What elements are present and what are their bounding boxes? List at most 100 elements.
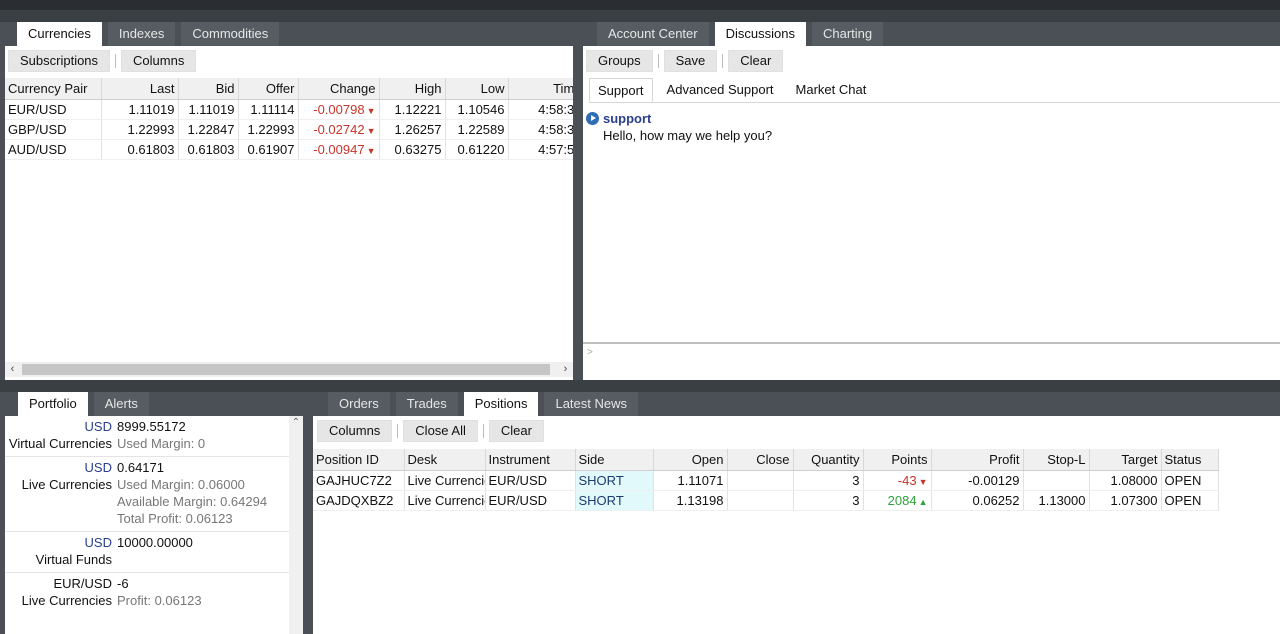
column-header-bid[interactable]: Bid [178, 78, 239, 100]
tab-currencies[interactable]: Currencies [17, 22, 102, 46]
cell-time: 4:57:54 [508, 139, 573, 160]
down-arrow-icon: ▼ [366, 125, 376, 136]
table-row[interactable]: GAJDQXBZ2 Live Currencies EUR/USD SHORT … [313, 490, 1219, 511]
groups-button[interactable]: Groups [586, 50, 653, 72]
cell-desk: Live Currencies [404, 470, 486, 491]
column-header-open[interactable]: Open [653, 449, 728, 471]
portfolio-panel: Portfolio Alerts USD 8999.55172 Virtual C… [0, 392, 308, 634]
column-header-profit[interactable]: Profit [931, 449, 1024, 471]
column-header-desk[interactable]: Desk [404, 449, 486, 471]
column-header-status[interactable]: Status [1161, 449, 1219, 471]
table-row[interactable]: EUR/USD 1.11019 1.11019 1.11114 -0.00798… [5, 99, 573, 120]
table-header-row: Currency Pair Last Bid Offer Change High… [5, 78, 573, 100]
table-row[interactable]: AUD/USD 0.61803 0.61803 0.61907 -0.00947… [5, 139, 573, 160]
table-row[interactable]: GBP/USD 1.22993 1.22847 1.22993 -0.02742… [5, 119, 573, 140]
column-header-instrument[interactable]: Instrument [485, 449, 576, 471]
cell-profit: 0.06252 [931, 490, 1024, 511]
scroll-left-icon[interactable]: ‹ [5, 362, 20, 377]
column-header-target[interactable]: Target [1089, 449, 1162, 471]
column-header-offer[interactable]: Offer [238, 78, 299, 100]
cell-target: 1.08000 [1089, 470, 1162, 491]
tab-trades[interactable]: Trades [395, 392, 458, 416]
tab-positions[interactable]: Positions [463, 392, 539, 416]
column-header-currency-pair[interactable]: Currency Pair [5, 78, 102, 100]
discussions-panel: Account Center Discussions Charting Grou… [578, 22, 1280, 380]
subtab-market-chat[interactable]: Market Chat [788, 78, 875, 102]
scrollbar-thumb[interactable] [22, 364, 550, 375]
subtab-support[interactable]: Support [589, 78, 653, 102]
close-all-button[interactable]: Close All [403, 420, 478, 442]
column-header-quantity[interactable]: Quantity [793, 449, 864, 471]
cell-low: 0.61220 [445, 139, 509, 160]
tab-account-center[interactable]: Account Center [597, 22, 709, 46]
portfolio-list: USD 8999.55172 Virtual Currencies Used Mar… [5, 416, 289, 613]
toolbar-separator [115, 54, 117, 68]
column-header-side[interactable]: Side [575, 449, 654, 471]
tab-latest-news[interactable]: Latest News [544, 392, 639, 416]
portfolio-group[interactable]: USD 0.64171 Live Currencies Used Margin: 0… [5, 457, 289, 532]
clear-button[interactable]: Clear [728, 50, 784, 72]
cell-quantity: 3 [793, 490, 864, 511]
tab-discussions[interactable]: Discussions [714, 22, 806, 46]
column-header-time[interactable]: Time [508, 78, 573, 100]
down-arrow-icon: ▼ [918, 476, 928, 487]
cell-bid: 1.11019 [178, 99, 239, 120]
currencies-table: Currency Pair Last Bid Offer Change High… [5, 78, 573, 160]
tab-alerts[interactable]: Alerts [93, 392, 149, 416]
input-prompt: > [587, 347, 593, 358]
currency-label: USD [84, 535, 112, 550]
toolbar-separator [722, 54, 724, 68]
portfolio-group[interactable]: EUR/USD -6 Live Currencies Profit: 0.06123 [5, 573, 289, 613]
tab-commodities[interactable]: Commodities [181, 22, 280, 46]
cell-quantity: 3 [793, 470, 864, 491]
chat-input[interactable]: > [583, 342, 1280, 380]
portfolio-group[interactable]: USD 10000.00000 Virtual Funds [5, 532, 289, 573]
vertical-scrollbar[interactable]: ⌃ [289, 416, 303, 634]
horizontal-scrollbar[interactable]: ‹ › [5, 362, 573, 377]
message-sender[interactable]: support [603, 111, 651, 126]
change-value: -0.00798 [313, 101, 365, 117]
detail-text: Used Margin: 0 [117, 436, 206, 451]
cell-change: -0.00947 ▼ [298, 139, 380, 160]
positions-panel: Orders Trades Positions Latest News Colu… [308, 392, 1280, 634]
subtab-advanced-support[interactable]: Advanced Support [659, 78, 782, 102]
column-header-points[interactable]: Points [863, 449, 932, 471]
columns-button[interactable]: Columns [317, 420, 393, 442]
play-icon [586, 112, 599, 125]
tab-portfolio[interactable]: Portfolio [18, 392, 88, 416]
column-header-stop-loss[interactable]: Stop-L [1023, 449, 1090, 471]
save-button[interactable]: Save [663, 50, 718, 72]
column-header-last[interactable]: Last [101, 78, 179, 100]
cell-target: 1.07300 [1089, 490, 1162, 511]
tab-orders[interactable]: Orders [328, 392, 390, 416]
cell-last: 1.22993 [101, 119, 179, 140]
column-header-position-id[interactable]: Position ID [313, 449, 405, 471]
toolbar-separator [657, 54, 659, 68]
scroll-right-icon[interactable]: › [558, 362, 573, 377]
column-header-close[interactable]: Close [727, 449, 794, 471]
scroll-up-icon[interactable]: ⌃ [289, 416, 303, 430]
detail-text: Total Profit: 0.06123 [117, 511, 233, 526]
table-row[interactable]: GAJHUC7Z2 Live Currencies EUR/USD SHORT … [313, 470, 1219, 491]
chat-message: support Hello, how may we help you? [586, 110, 772, 144]
clear-button[interactable]: Clear [488, 420, 544, 442]
message-text: Hello, how may we help you? [603, 128, 773, 143]
tab-charting[interactable]: Charting [811, 22, 884, 46]
down-arrow-icon: ▼ [366, 105, 376, 116]
account-type: Virtual Funds [35, 552, 112, 567]
cell-last: 1.11019 [101, 99, 179, 120]
columns-button[interactable]: Columns [121, 50, 197, 72]
balance-value: 10000.00000 [117, 535, 193, 550]
cell-offer: 1.11114 [238, 99, 299, 120]
column-header-high[interactable]: High [379, 78, 446, 100]
subscriptions-button[interactable]: Subscriptions [8, 50, 111, 72]
tab-indexes[interactable]: Indexes [107, 22, 176, 46]
down-arrow-icon: ▼ [366, 145, 376, 156]
portfolio-group[interactable]: USD 8999.55172 Virtual Currencies Used Mar… [5, 416, 289, 457]
cell-bid: 1.22847 [178, 119, 239, 140]
column-header-change[interactable]: Change [298, 78, 380, 100]
cell-high: 1.26257 [379, 119, 446, 140]
points-value: 2084 [887, 492, 917, 508]
cell-offer: 0.61907 [238, 139, 299, 160]
column-header-low[interactable]: Low [445, 78, 509, 100]
